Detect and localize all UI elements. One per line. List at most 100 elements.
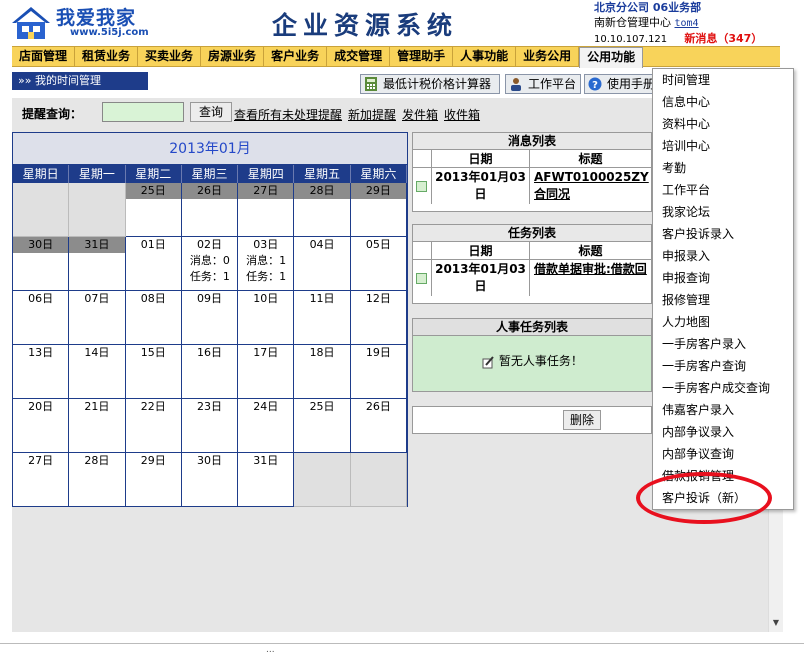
outbox-link[interactable]: 发件箱 xyxy=(402,106,438,123)
calendar-day[interactable]: 29日 xyxy=(125,453,182,507)
calendar-day[interactable]: 21日 xyxy=(69,399,126,453)
dropdown-item[interactable]: 报修管理 xyxy=(653,289,793,311)
branch-info: 北京分公司 06业务部 xyxy=(594,1,702,14)
dropdown-item[interactable]: 一手房客户录入 xyxy=(653,333,793,355)
dropdown-item[interactable]: 申报录入 xyxy=(653,245,793,267)
calendar-day[interactable]: 01日 xyxy=(125,237,182,291)
workbench-button[interactable]: 工作平台 xyxy=(505,74,581,94)
calendar-day[interactable]: 25日 xyxy=(294,399,351,453)
calendar-day[interactable]: 31日 xyxy=(69,237,126,291)
dropdown-item[interactable]: 考勤 xyxy=(653,157,793,179)
dropdown-item[interactable]: 一手房客户查询 xyxy=(653,355,793,377)
dropdown-item[interactable]: 信息中心 xyxy=(653,91,793,113)
menu-item-4[interactable]: 客户业务 xyxy=(264,47,328,66)
calendar-day[interactable]: 25日 xyxy=(125,183,182,237)
calendar-day[interactable]: 14日 xyxy=(69,345,126,399)
view-all-reminders-link[interactable]: 查看所有未处理提醒 xyxy=(234,106,342,123)
calendar-day[interactable]: 20日 xyxy=(13,399,70,453)
public-functions-dropdown: 时间管理 信息中心 资料中心 培训中心 考勤 工作平台 我家论坛 客户投诉录入 申报录入 申报查询… xyxy=(652,68,794,510)
menu-item-8[interactable]: 业务公用 xyxy=(516,47,580,66)
dropdown-item[interactable]: 时间管理 xyxy=(653,69,793,91)
task-title-link[interactable]: 借款单据审批:借款回 xyxy=(529,260,651,296)
message-col-title: 标题 xyxy=(529,150,651,167)
add-reminder-link[interactable]: 新加提醒 xyxy=(348,106,396,123)
calendar-day[interactable]: 13日 xyxy=(13,345,70,399)
calendar-day[interactable]: 07日 xyxy=(69,291,126,345)
calendar-date: 30日 xyxy=(196,454,222,467)
dropdown-item[interactable]: 一手房客户成交查询 xyxy=(653,377,793,399)
weekday-header: 星期日 xyxy=(13,165,70,183)
reminder-search: 提醒查询： 查询 查看所有未处理提醒 新加提醒 发件箱 收件箱 xyxy=(12,98,662,128)
reminder-search-input[interactable] xyxy=(102,102,184,122)
message-checkbox[interactable] xyxy=(416,181,427,192)
calendar-day[interactable]: 27日 xyxy=(13,453,70,507)
task-checkbox[interactable] xyxy=(416,273,427,284)
calendar-day[interactable]: 27日 xyxy=(238,183,295,237)
calendar-date: 06日 xyxy=(28,292,54,305)
calendar-day[interactable]: 19日 xyxy=(350,345,407,399)
calendar-day[interactable]: 15日 xyxy=(125,345,182,399)
menu-item-6[interactable]: 管理助手 xyxy=(390,47,454,66)
user-name-link[interactable]: tom4 xyxy=(675,18,699,29)
message-title-link[interactable]: AFWT0100025ZY合同况 xyxy=(529,168,651,204)
menu-item-9[interactable]: 公用功能 xyxy=(579,47,644,68)
calendar-date: 22日 xyxy=(140,400,166,413)
calendar-day[interactable]: 09日 xyxy=(181,291,239,345)
calendar-day[interactable]: 24日 xyxy=(238,399,295,453)
menu-item-2[interactable]: 买卖业务 xyxy=(138,47,202,66)
calendar-day[interactable]: 26日 xyxy=(181,183,239,237)
tax-calculator-button[interactable]: 最低计税价格计算器 xyxy=(360,74,500,94)
calendar-day[interactable]: 11日 xyxy=(294,291,351,345)
calendar-date: 18日 xyxy=(309,346,335,359)
calendar-day[interactable]: 28日 xyxy=(69,453,126,507)
new-messages-link[interactable]: 新消息（347） xyxy=(684,32,762,45)
dropdown-item[interactable]: 培训中心 xyxy=(653,135,793,157)
menu-item-5[interactable]: 成交管理 xyxy=(327,47,391,66)
dropdown-item[interactable]: 内部争议查询 xyxy=(653,443,793,465)
tax-calculator-label: 最低计税价格计算器 xyxy=(383,77,492,91)
calendar-day[interactable]: 16日 xyxy=(181,345,239,399)
dropdown-item[interactable]: 我家论坛 xyxy=(653,201,793,223)
calendar-date: 09日 xyxy=(196,292,222,305)
dropdown-item[interactable]: 内部争议录入 xyxy=(653,421,793,443)
calendar-day[interactable]: 10日 xyxy=(238,291,295,345)
calendar-day[interactable]: 18日 xyxy=(294,345,351,399)
hr-empty-message: 暂无人事任务！ xyxy=(413,352,651,369)
dropdown-item[interactable]: 伟嘉客户录入 xyxy=(653,399,793,421)
calendar-day[interactable]: 12日 xyxy=(350,291,407,345)
dropdown-item[interactable]: 客户投诉（新） xyxy=(653,487,793,509)
menu-item-7[interactable]: 人事功能 xyxy=(453,47,517,66)
calendar-day[interactable]: 28日 xyxy=(294,183,351,237)
menu-item-1[interactable]: 租赁业务 xyxy=(75,47,139,66)
calendar-day[interactable]: 26日 xyxy=(350,399,407,453)
scroll-down-arrow-icon[interactable]: ▼ xyxy=(769,618,783,630)
calendar-day[interactable]: 17日 xyxy=(238,345,295,399)
dropdown-item[interactable]: 客户投诉录入 xyxy=(653,223,793,245)
calendar-day[interactable]: 30日 xyxy=(181,453,239,507)
calendar-day[interactable]: 08日 xyxy=(125,291,182,345)
person-icon xyxy=(511,78,521,91)
calendar-day[interactable]: 03日 消息：1 任务：1 xyxy=(238,237,295,291)
inbox-link[interactable]: 收件箱 xyxy=(444,106,480,123)
calendar-day[interactable]: 02日 消息：0 任务：1 xyxy=(181,237,239,291)
menu-item-3[interactable]: 房源业务 xyxy=(201,47,265,66)
calendar-day[interactable]: 30日 xyxy=(13,237,70,291)
dropdown-item[interactable]: 资料中心 xyxy=(653,113,793,135)
dropdown-item[interactable]: 申报查询 xyxy=(653,267,793,289)
calendar-day xyxy=(350,453,407,507)
manual-button[interactable]: ? 使用手册 xyxy=(584,74,654,94)
menu-item-0[interactable]: 店面管理 xyxy=(12,47,76,66)
calendar-day[interactable]: 05日 xyxy=(350,237,407,291)
dropdown-item[interactable]: 工作平台 xyxy=(653,179,793,201)
calendar-day[interactable]: 06日 xyxy=(13,291,70,345)
calendar-day[interactable]: 22日 xyxy=(125,399,182,453)
delete-button[interactable]: 删除 xyxy=(563,410,601,430)
dropdown-item[interactable]: 人力地图 xyxy=(653,311,793,333)
dropdown-item[interactable]: 借款报销管理 xyxy=(653,465,793,487)
calendar-day[interactable]: 29日 xyxy=(350,183,407,237)
calendar-day[interactable]: 04日 xyxy=(294,237,351,291)
calendar-day[interactable]: 31日 xyxy=(238,453,295,507)
search-button[interactable]: 查询 xyxy=(190,102,232,122)
task-date: 2013年01月03日 xyxy=(431,260,529,296)
calendar-day[interactable]: 23日 xyxy=(181,399,239,453)
